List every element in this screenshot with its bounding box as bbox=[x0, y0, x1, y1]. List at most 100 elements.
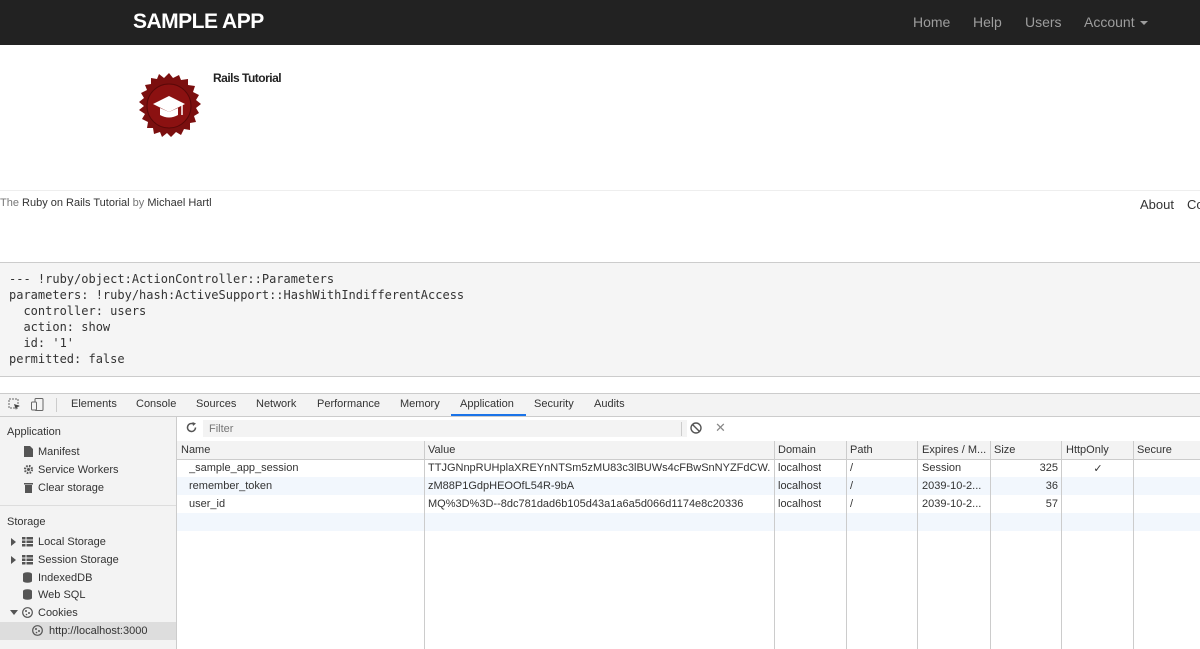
cookie-domain-cell[interactable]: localhost bbox=[778, 462, 821, 474]
cookie-expires-cell[interactable]: 2039-10-2... bbox=[922, 480, 981, 492]
sidebar-item-session-storage[interactable]: Session Storage bbox=[38, 554, 119, 566]
grid-storage-icon bbox=[22, 537, 33, 547]
page-title: Rails Tutorial bbox=[213, 71, 282, 85]
column-header-expires[interactable]: Expires / M... bbox=[922, 444, 988, 456]
brand-logo-link[interactable]: SAMPLE APP bbox=[133, 10, 264, 34]
footer-by: by bbox=[129, 197, 148, 209]
cookie-size-cell[interactable]: 36 bbox=[994, 480, 1058, 492]
column-header-value[interactable]: Value bbox=[428, 444, 455, 456]
sidebar-item-cookies[interactable]: Cookies bbox=[38, 607, 78, 619]
column-header-path[interactable]: Path bbox=[850, 444, 873, 456]
footer-contact-link[interactable]: Co bbox=[1187, 197, 1200, 212]
column-header-secure[interactable]: Secure bbox=[1137, 444, 1172, 456]
column-divider bbox=[846, 441, 847, 649]
footer-divider bbox=[0, 190, 1200, 191]
navbar: SAMPLE APP Home Help Users Account bbox=[0, 0, 1200, 45]
column-divider bbox=[424, 441, 425, 649]
inspect-element-icon[interactable] bbox=[8, 398, 21, 411]
sidebar-item-local-storage[interactable]: Local Storage bbox=[38, 536, 106, 548]
column-header-domain[interactable]: Domain bbox=[778, 444, 816, 456]
table-row-stripe bbox=[177, 513, 1200, 531]
cookie-value-cell[interactable]: zM88P1GdpHEOOfL54R-9bA bbox=[428, 480, 770, 492]
cookie-size-cell[interactable]: 57 bbox=[994, 498, 1058, 510]
tab-security[interactable]: Security bbox=[534, 398, 574, 410]
sidebar-item-web-sql[interactable]: Web SQL bbox=[38, 589, 86, 601]
nav-users-link[interactable]: Users bbox=[1025, 0, 1062, 45]
tab-network[interactable]: Network bbox=[256, 398, 296, 410]
tab-sources[interactable]: Sources bbox=[196, 398, 236, 410]
cookie-expires-cell[interactable]: Session bbox=[922, 462, 961, 474]
tab-elements[interactable]: Elements bbox=[71, 398, 117, 410]
filter-input[interactable] bbox=[203, 420, 687, 437]
debug-line: permitted: false bbox=[9, 352, 125, 366]
cookie-icon bbox=[32, 625, 43, 636]
devtools-tab-bar: Elements Console Sources Network Perform… bbox=[0, 394, 1200, 417]
cookie-name-cell[interactable]: user_id bbox=[189, 498, 225, 510]
clear-all-block-icon[interactable] bbox=[690, 422, 702, 434]
nav-account-dropdown[interactable]: Account bbox=[1084, 0, 1148, 45]
sidebar-item-manifest[interactable]: Manifest bbox=[38, 446, 80, 458]
sidebar-item-service-workers[interactable]: Service Workers bbox=[38, 464, 118, 476]
debug-line: id: '1' bbox=[9, 336, 75, 350]
device-toolbar-icon[interactable] bbox=[31, 398, 44, 411]
rails-seal-icon[interactable] bbox=[136, 73, 202, 139]
column-header-httponly[interactable]: HttpOnly bbox=[1066, 444, 1109, 456]
nav-account-label: Account bbox=[1084, 14, 1135, 30]
nav-home-link[interactable]: Home bbox=[913, 0, 950, 45]
debug-line: controller: users bbox=[9, 304, 147, 318]
expand-triangle-icon[interactable] bbox=[11, 556, 16, 564]
column-header-size[interactable]: Size bbox=[994, 444, 1015, 456]
column-divider bbox=[990, 441, 991, 649]
active-tab-indicator bbox=[451, 414, 526, 416]
footer-author-link[interactable]: Michael Hartl bbox=[147, 197, 211, 209]
footer-about-link[interactable]: About bbox=[1140, 197, 1174, 212]
sidebar-section-storage: Storage bbox=[7, 516, 46, 528]
cookie-path-cell[interactable]: / bbox=[850, 498, 853, 510]
grid-storage-icon bbox=[22, 555, 33, 565]
sidebar-item-clear-storage[interactable]: Clear storage bbox=[38, 482, 104, 494]
tab-audits[interactable]: Audits bbox=[594, 398, 625, 410]
expand-triangle-icon[interactable] bbox=[11, 538, 16, 546]
caret-down-icon bbox=[1139, 21, 1148, 26]
sidebar-item-cookie-origin[interactable]: http://localhost:3000 bbox=[0, 622, 176, 640]
manifest-icon bbox=[24, 446, 33, 457]
sidebar-section-application: Application bbox=[7, 426, 61, 438]
toolbar-divider bbox=[56, 398, 57, 412]
footer-credit: The Ruby on Rails Tutorial by Michael Ha… bbox=[0, 197, 212, 209]
application-sidebar: Application Manifest Service Workers Cle… bbox=[0, 417, 177, 649]
cookie-name-cell[interactable]: _sample_app_session bbox=[189, 462, 298, 474]
cookie-domain-cell[interactable]: localhost bbox=[778, 498, 821, 510]
cookie-domain-cell[interactable]: localhost bbox=[778, 480, 821, 492]
tab-application[interactable]: Application bbox=[460, 398, 514, 410]
tab-memory[interactable]: Memory bbox=[400, 398, 440, 410]
debug-line: --- !ruby/object:ActionController::Param… bbox=[9, 272, 335, 286]
cookie-size-cell[interactable]: 325 bbox=[994, 462, 1058, 474]
database-icon bbox=[23, 572, 32, 583]
tab-performance[interactable]: Performance bbox=[317, 398, 380, 410]
cookie-icon bbox=[22, 607, 33, 618]
devtools-panel: Elements Console Sources Network Perform… bbox=[0, 393, 1200, 649]
column-header-name[interactable]: Name bbox=[181, 444, 210, 456]
cookie-path-cell[interactable]: / bbox=[850, 480, 853, 492]
refresh-icon[interactable] bbox=[185, 421, 198, 434]
collapse-triangle-icon[interactable] bbox=[10, 610, 18, 615]
database-icon bbox=[23, 589, 32, 600]
footer-rails-tutorial-link[interactable]: Ruby on Rails Tutorial bbox=[22, 197, 130, 209]
sidebar-item-indexeddb[interactable]: IndexedDB bbox=[38, 572, 92, 584]
cookie-filter-bar: ✕ bbox=[177, 417, 1200, 442]
cookie-expires-cell[interactable]: 2039-10-2... bbox=[922, 498, 981, 510]
cookie-path-cell[interactable]: / bbox=[850, 462, 853, 474]
trash-icon bbox=[24, 483, 33, 493]
delete-selected-icon[interactable]: ✕ bbox=[715, 420, 726, 436]
cookie-value-cell[interactable]: TTJGNnpRUHplaXREYnNTSm5zMU83c3lBUWs4cFBw… bbox=[428, 462, 770, 474]
nav-help-link[interactable]: Help bbox=[973, 0, 1002, 45]
cookie-value-cell[interactable]: MQ%3D%3D--8dc781dad6b105d43a1a6a5d066d11… bbox=[428, 498, 770, 510]
cookie-httponly-cell[interactable]: ✓ bbox=[1062, 462, 1134, 475]
debug-line: action: show bbox=[9, 320, 111, 334]
cookie-name-cell[interactable]: remember_token bbox=[189, 480, 272, 492]
debug-params-block: --- !ruby/object:ActionController::Param… bbox=[0, 262, 1200, 377]
tab-console[interactable]: Console bbox=[136, 398, 176, 410]
cookie-origin-label: http://localhost:3000 bbox=[49, 625, 148, 637]
gear-icon bbox=[23, 464, 34, 475]
cookies-table: Name Value Domain Path Expires / M... Si… bbox=[177, 441, 1200, 649]
